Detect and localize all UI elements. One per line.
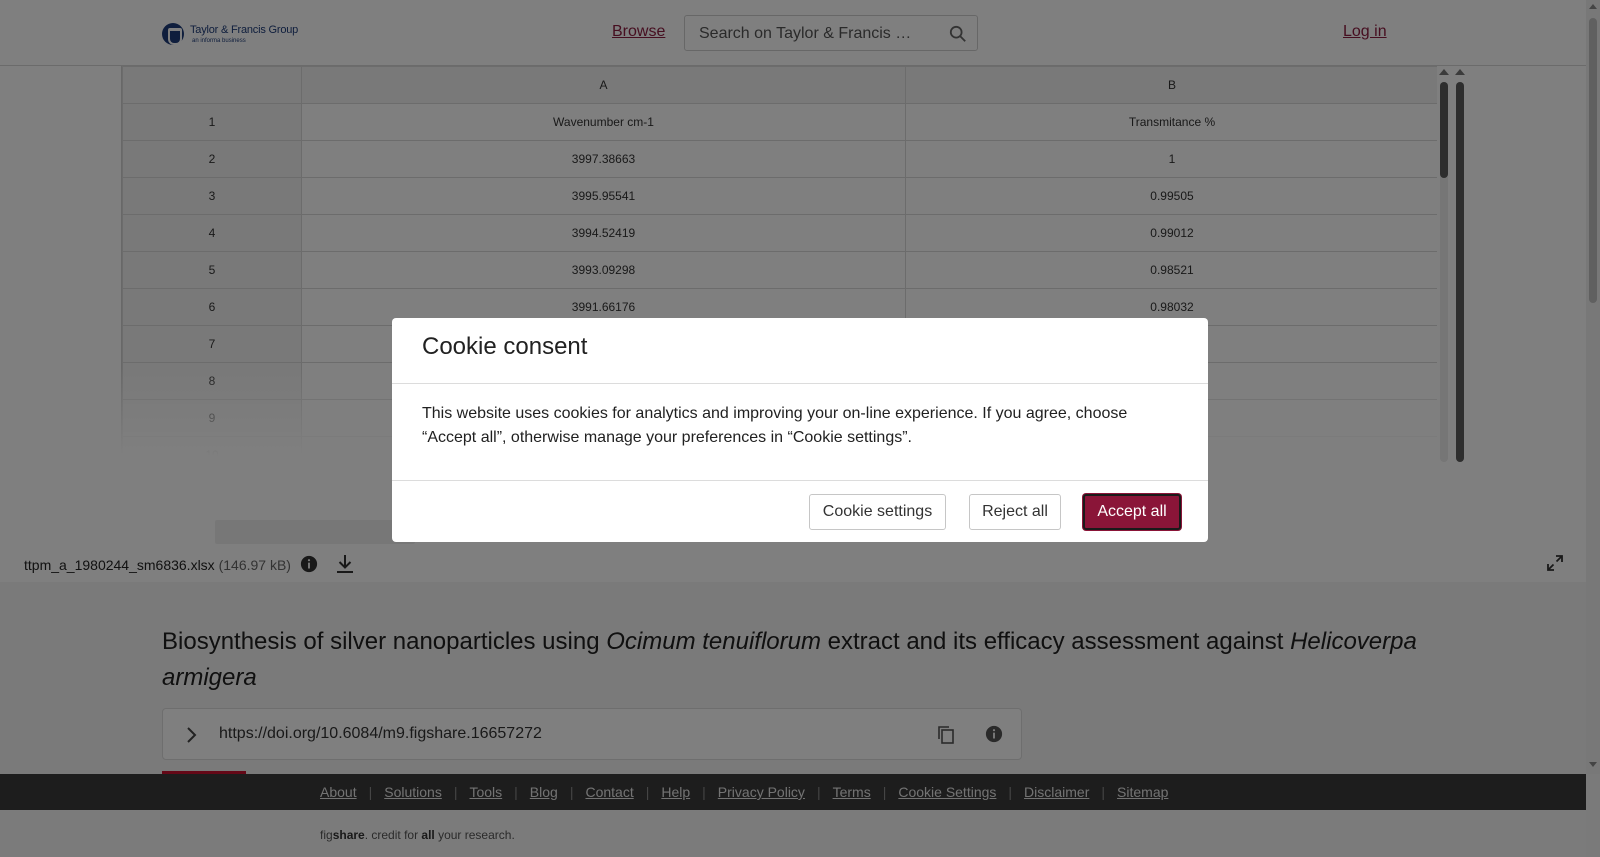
reject-all-button[interactable]: Reject all bbox=[969, 494, 1061, 530]
divider bbox=[392, 480, 1208, 481]
cookie-dialog-title: Cookie consent bbox=[422, 333, 588, 360]
accept-all-button[interactable]: Accept all bbox=[1083, 494, 1181, 530]
cookie-settings-button[interactable]: Cookie settings bbox=[809, 494, 946, 530]
cookie-dialog-body: This website uses cookies for analytics … bbox=[422, 405, 1128, 446]
cookie-consent-dialog: Cookie consent This website uses cookies… bbox=[392, 318, 1208, 542]
divider bbox=[392, 383, 1208, 384]
